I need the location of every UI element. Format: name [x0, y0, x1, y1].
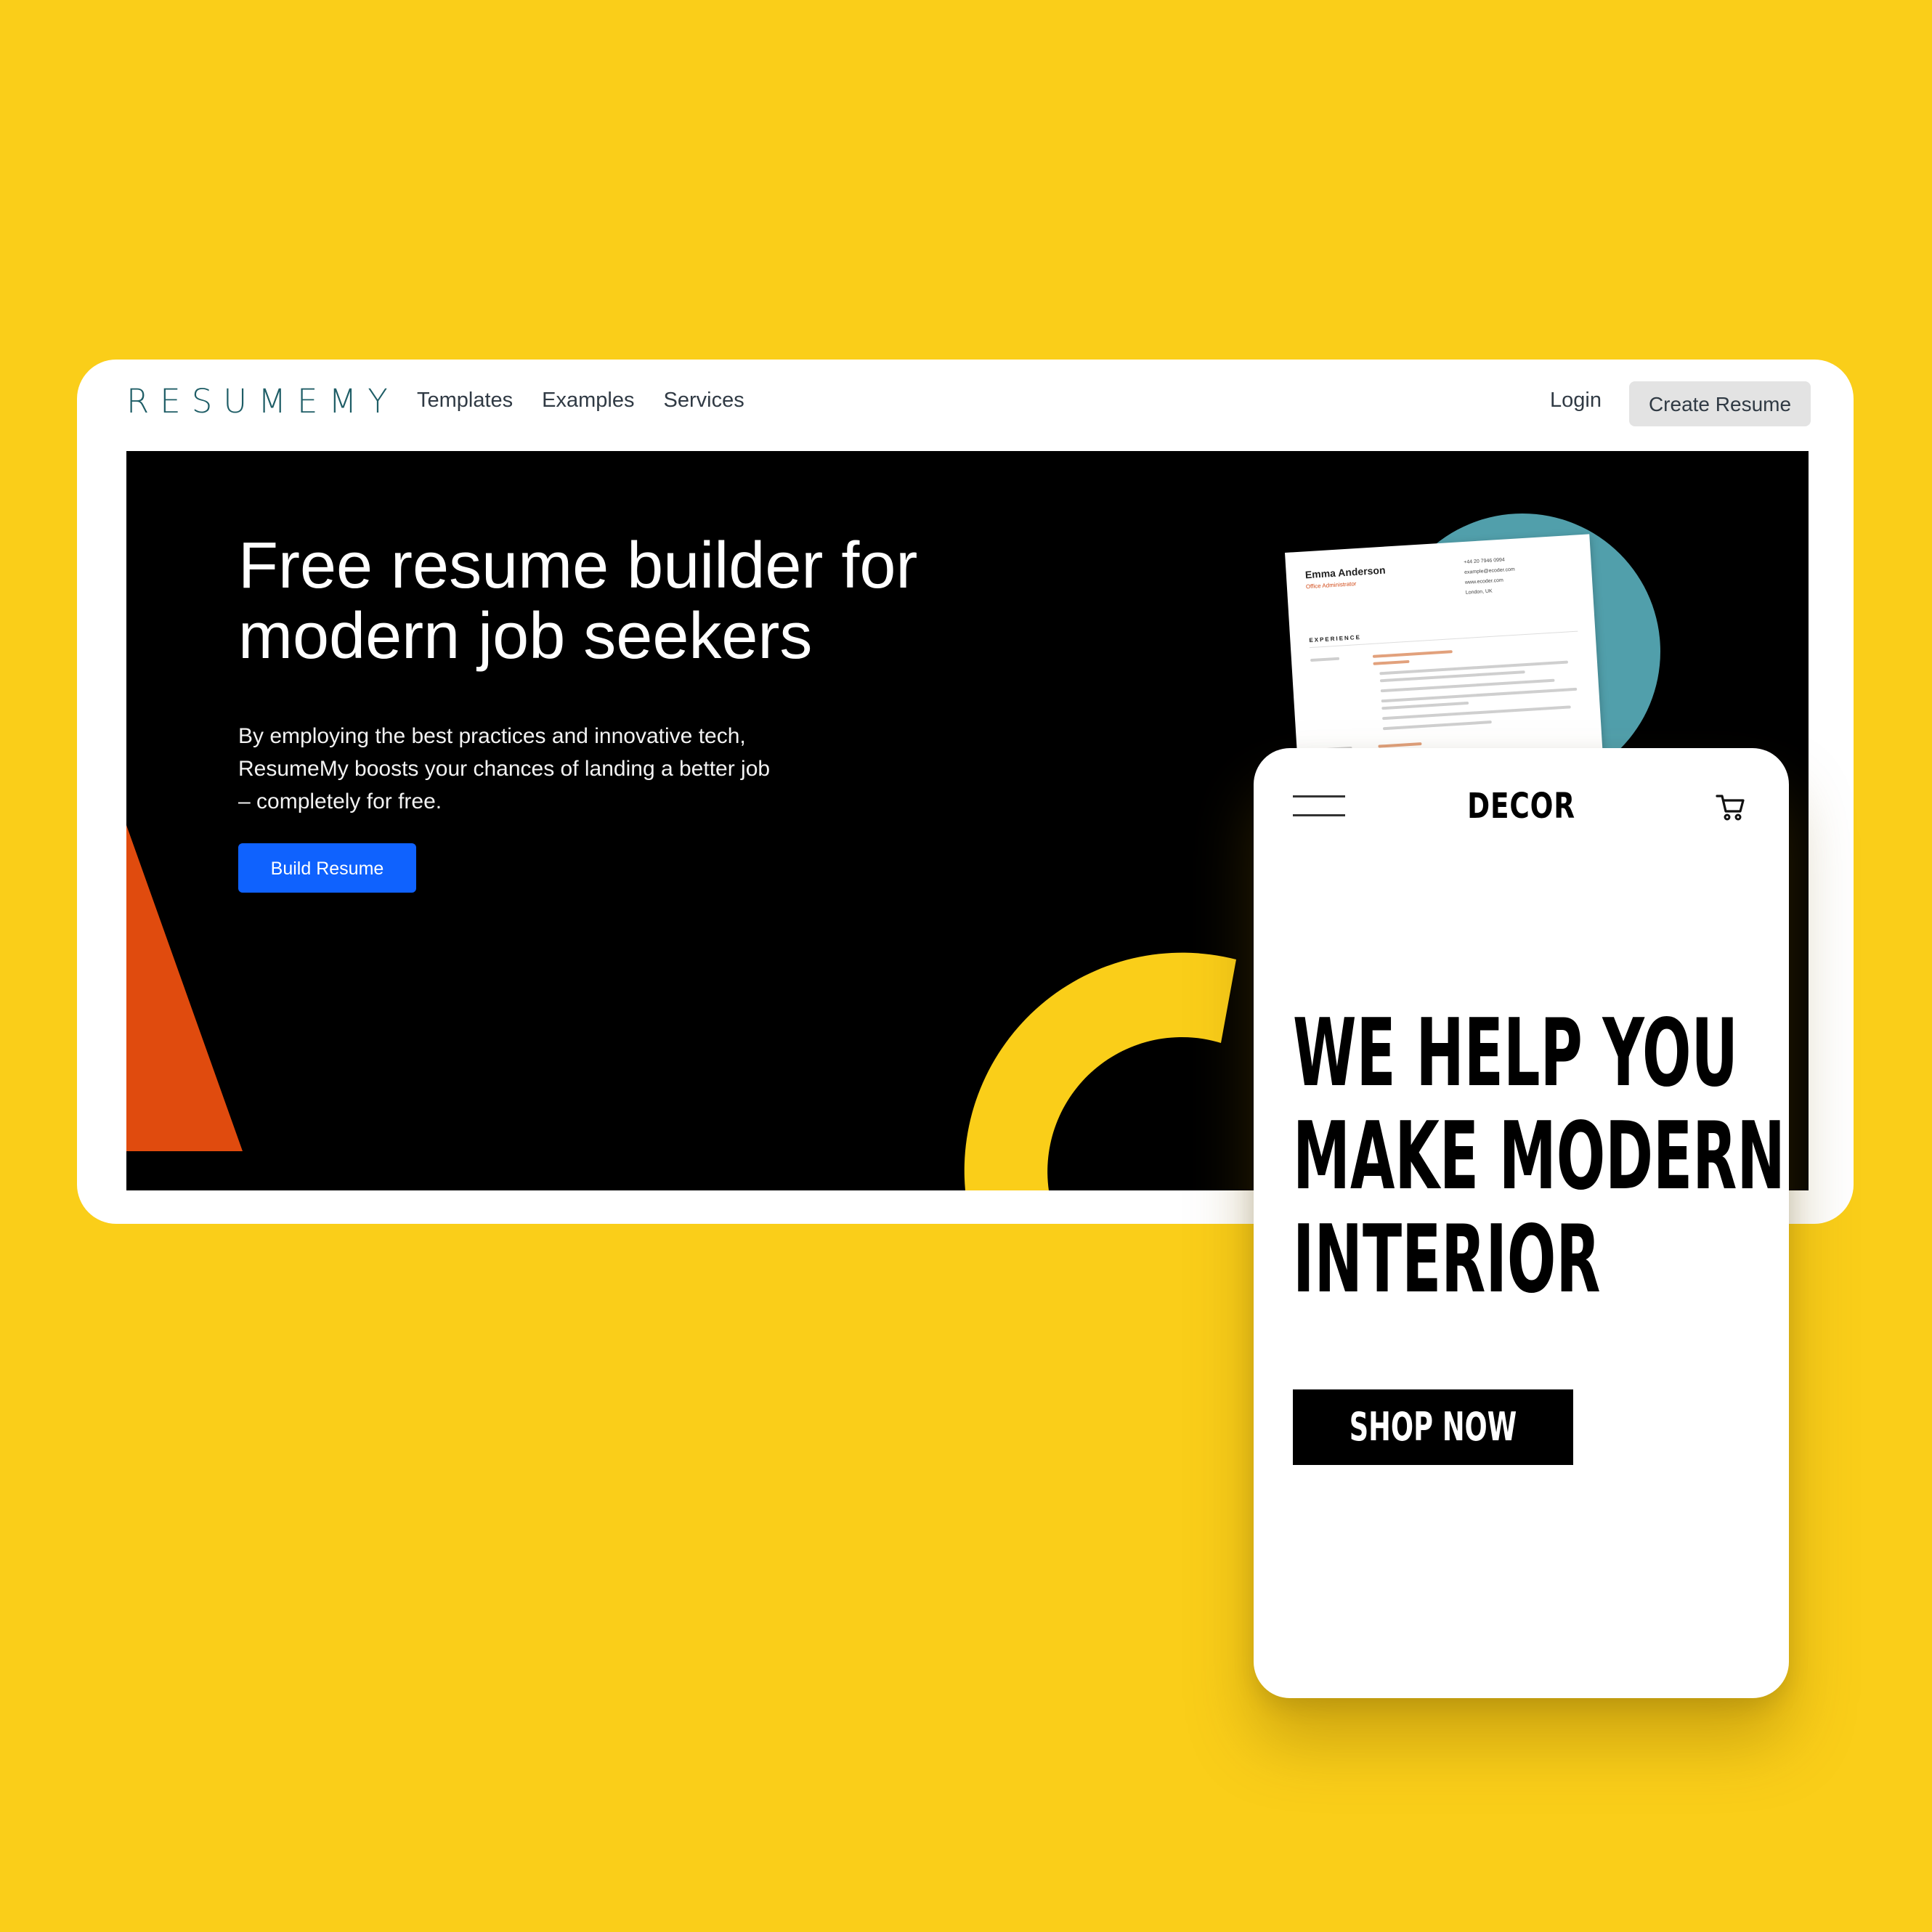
hero-title-line: Free resume builder for	[238, 529, 918, 602]
resume-text-placeholder	[1381, 701, 1469, 710]
resumemy-logo[interactable]: RESUMEMY	[126, 380, 399, 423]
mobile-headline-line: WE HELP YOU	[1293, 999, 1738, 1108]
hero-title: Free resume builder for modern job seeke…	[238, 531, 1037, 672]
resume-text-placeholder	[1310, 657, 1340, 662]
hero-subtitle-line: ResumeMy boosts your chances of landing …	[238, 757, 771, 781]
shop-now-label: SHOP NOW	[1349, 1404, 1517, 1450]
nav-links: Templates Examples Services	[417, 386, 744, 415]
orange-triangle-shape	[126, 825, 243, 1151]
cart-icon[interactable]	[1716, 792, 1746, 822]
resume-text-placeholder	[1382, 721, 1492, 731]
nav-link-templates[interactable]: Templates	[417, 386, 513, 415]
resume-text-placeholder	[1378, 742, 1422, 748]
resume-contact: +44 20 7946 0994 example@ecoder.com www.…	[1464, 555, 1517, 598]
shop-now-button[interactable]: SHOP NOW	[1293, 1389, 1573, 1465]
resume-section-title: EXPERIENCE	[1309, 633, 1362, 644]
hero-subtitle-line: By employing the best practices and inno…	[238, 724, 746, 748]
create-resume-button[interactable]: Create Resume	[1629, 381, 1811, 426]
top-navigation: RESUMEMY Templates Examples Services Log…	[77, 360, 1854, 451]
hero-title-line: modern job seekers	[238, 600, 813, 673]
resume-role: Office Administrator	[1305, 580, 1357, 590]
mobile-screen-card: DECOR WE HELP YOU MAKE MODERN INTERIOR S…	[1254, 748, 1789, 1698]
hero-subtitle-line: – completely for free.	[238, 790, 442, 813]
yellow-arc-shape	[964, 952, 1236, 1190]
resume-preview-card: Emma Anderson Office Administrator +44 2…	[1285, 534, 1603, 771]
decor-brand-logo[interactable]: DECOR	[1312, 786, 1730, 827]
resume-location: London, UK	[1465, 588, 1493, 596]
mobile-headline-line: INTERIOR	[1293, 1206, 1601, 1314]
mobile-headline-line: MAKE MODERN	[1293, 1103, 1785, 1211]
hero-subtitle: By employing the best practices and inno…	[238, 720, 790, 818]
resume-name: Emma Anderson	[1304, 564, 1386, 581]
build-resume-button[interactable]: Build Resume	[238, 843, 416, 893]
nav-link-services[interactable]: Services	[664, 386, 744, 415]
login-link[interactable]: Login	[1550, 386, 1602, 415]
mobile-headline: WE HELP YOU MAKE MODERN INTERIOR	[1293, 1002, 1785, 1312]
resume-text-placeholder	[1373, 659, 1410, 665]
nav-link-examples[interactable]: Examples	[542, 386, 634, 415]
resume-text-placeholder	[1372, 650, 1453, 658]
